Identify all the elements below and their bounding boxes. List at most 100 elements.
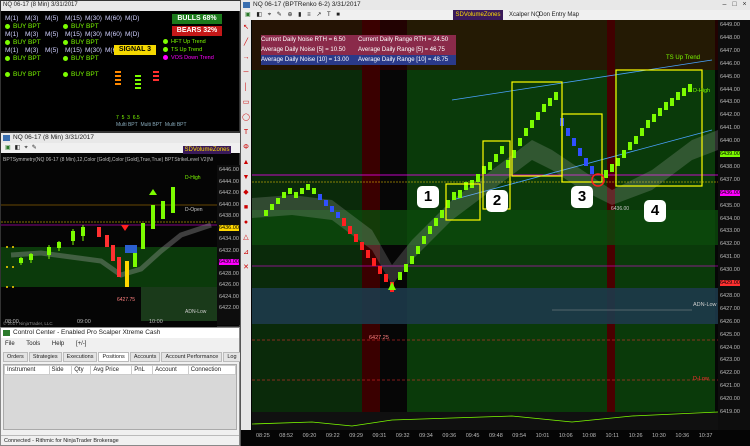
- time-tick-label: 10:26: [628, 433, 643, 439]
- tool-ray-icon[interactable]: →: [241, 50, 251, 65]
- time-tick-label: 10:36: [675, 433, 690, 439]
- cc-column-header[interactable]: Account: [152, 365, 189, 375]
- tool-square-icon[interactable]: ■: [241, 200, 251, 215]
- tool-fib-icon[interactable]: Φ: [241, 140, 251, 155]
- cc-tab[interactable]: Log: [223, 352, 241, 362]
- price-tick-label: 6428.00: [720, 292, 740, 299]
- lines-icon[interactable]: ≡: [307, 12, 311, 18]
- zoom-icon[interactable]: ⊕: [287, 12, 292, 18]
- price-tick-label: 6443.00: [720, 99, 740, 106]
- avg-range-10: Average Daily Range [10] = 48.75: [356, 55, 456, 65]
- crosshair-icon[interactable]: ⌖: [268, 12, 271, 18]
- ma-cell: M(30): [85, 31, 102, 38]
- cc-tab[interactable]: Account Performance: [161, 352, 223, 362]
- price-tick-label: 6422.00: [219, 305, 239, 312]
- cc-tabs: Orders Strategies Executions Positions Accou…: [3, 352, 242, 362]
- cc-tab[interactable]: Executions: [62, 352, 98, 362]
- cc-tab[interactable]: Positions: [98, 352, 129, 362]
- draw-icon[interactable]: ✎: [277, 12, 282, 18]
- tool-ellipse-icon[interactable]: ◯: [241, 110, 251, 125]
- cc-positions-table: Instrument Side Qty Avg Price PnL Account Conn…: [4, 365, 237, 375]
- rc-don-entry[interactable]: Don Entry Map: [539, 10, 579, 20]
- ma-cell: M(1): [5, 15, 19, 22]
- price-tick-label: 6431.00: [720, 254, 740, 261]
- cc-column-header[interactable]: PnL: [131, 365, 154, 375]
- price-tick-label: 6442.00: [720, 112, 740, 119]
- tool-vline-icon[interactable]: │: [241, 80, 251, 95]
- bulls-badge: BULLS 68%: [172, 14, 222, 24]
- ma-signal: BUY BPT: [5, 39, 41, 46]
- price-tick-label: 6446.00: [219, 167, 239, 173]
- tool-ruler-icon[interactable]: ⊿: [241, 245, 251, 260]
- minute-chart-canvas[interactable]: D-High D-Open ADN-Low 6427.75 © 2017 Nin…: [1, 165, 217, 327]
- time-tick-label: 09:54: [512, 433, 527, 439]
- tool-arrow-up-icon[interactable]: ▲: [241, 155, 251, 170]
- renko-chart-canvas[interactable]: [252, 20, 718, 430]
- price-tick-label: 6426.00: [720, 318, 740, 325]
- tool-hline-icon[interactable]: ─: [241, 65, 251, 80]
- minimize-icon[interactable]: ‒: [720, 0, 729, 9]
- tool-diamond-icon[interactable]: ◆: [241, 185, 251, 200]
- rc-sd-badge[interactable]: SDVolumeZones: [453, 10, 503, 20]
- price-tick-label: 6422.00: [720, 370, 740, 377]
- mc-price-axis: 6446.00 6444.00 6442.00 6440.00 6438.00 6436.…: [217, 165, 241, 325]
- cc-positions-grid[interactable]: Instrument Side Qty Avg Price PnL Account Conn…: [3, 364, 237, 430]
- ma-cell: M(D): [125, 31, 140, 38]
- arrow-icon[interactable]: ↗: [316, 12, 321, 18]
- trend-list: HFT Up Trend TS Up Trend VOS Down Trend: [163, 39, 214, 61]
- data-series-icon[interactable]: ◧: [256, 12, 262, 18]
- ma-cell: M(3): [25, 31, 39, 38]
- price-tick-label: 6441.00: [720, 125, 740, 132]
- price-tick-label: 6444.00: [720, 86, 740, 93]
- tool-arrow-down-icon[interactable]: ▼: [241, 170, 251, 185]
- price-tick-label: 6442.00: [219, 190, 239, 197]
- tool-dot-icon[interactable]: ●: [241, 215, 251, 230]
- tool-cursor-icon[interactable]: ↖: [241, 20, 251, 35]
- price-tick-label: 6423.00: [720, 357, 740, 364]
- ma-titlebar: NQ 06-17 (8 Min) 3/31/2017: [1, 1, 241, 11]
- cc-menu-file[interactable]: File: [5, 341, 15, 347]
- tool-rect-icon[interactable]: ▭: [241, 95, 251, 110]
- cc-column-header[interactable]: Connection: [187, 365, 237, 375]
- rc-xcalper[interactable]: Xcalper NQ: [509, 10, 540, 20]
- time-tick-label: 10:00: [149, 319, 163, 325]
- cc-column-header[interactable]: Instrument: [4, 365, 50, 375]
- text-icon[interactable]: T: [327, 12, 331, 18]
- marker-3: 3: [571, 186, 593, 208]
- price-tick-label: 6438.00: [720, 163, 740, 170]
- ma-cell: M(15): [65, 47, 82, 54]
- rc-dhigh-label: D-High: [693, 88, 711, 94]
- ma-cell: M(1): [5, 47, 19, 54]
- cc-titlebar: Control Center - Enabled Pro Scalper Xtr…: [1, 328, 239, 338]
- tool-text-icon[interactable]: T: [241, 125, 251, 140]
- ma-signal: BUY BPT: [63, 39, 99, 46]
- close-icon[interactable]: ×: [740, 0, 749, 9]
- tool-triangle-icon[interactable]: △: [241, 230, 251, 245]
- cc-tab[interactable]: Strategies: [28, 352, 62, 362]
- maximize-icon[interactable]: □: [730, 0, 739, 9]
- cc-status-text: Connected - Rithmic for NinjaTrader Brok…: [4, 438, 119, 444]
- ma-signal: BUY BPT: [63, 71, 99, 78]
- rc-mid-price: 6436.00: [611, 206, 630, 212]
- cc-tab[interactable]: Orders: [3, 352, 28, 362]
- tool-delete-icon[interactable]: ✕: [241, 260, 251, 275]
- cc-tab[interactable]: Accounts: [129, 352, 161, 362]
- chart-type-icon[interactable]: ▣: [245, 12, 251, 18]
- cc-menu-tools[interactable]: Tools: [26, 341, 40, 347]
- square-icon[interactable]: ■: [336, 12, 340, 18]
- cc-menu-help[interactable]: Help: [52, 341, 64, 347]
- meter-values: 7 5 3 6.5: [116, 115, 140, 121]
- cc-column-header[interactable]: Side: [48, 365, 73, 375]
- mc-dhigh-label: D-High: [185, 175, 201, 181]
- market-analyzer-window: NQ 06-17 (8 Min) 3/31/2017 M(1) M(3) M(5) M…: [0, 0, 241, 132]
- price-tick-label: 6430.00: [219, 259, 239, 266]
- cc-menu-collapse[interactable]: [+/-]: [76, 341, 87, 347]
- cc-column-header[interactable]: Avg Price: [90, 365, 133, 375]
- cc-column-header[interactable]: Qty: [71, 365, 92, 375]
- bar-icon[interactable]: ▮: [298, 12, 301, 18]
- rc-titlebar: NQ 06-17 (BPTRenko 6-2) 3/31/2017 ‒ □ ×: [241, 0, 750, 10]
- trend-ts: TS Up Trend: [171, 47, 203, 53]
- minute-chart-window: NQ 06-17 (8 Min) 3/31/2017 ▣ ◧ ⌖ ✎ BPTSymme…: [0, 132, 241, 327]
- tool-line-icon[interactable]: ╱: [241, 35, 251, 50]
- ma-signal: BUY BPT: [5, 71, 41, 78]
